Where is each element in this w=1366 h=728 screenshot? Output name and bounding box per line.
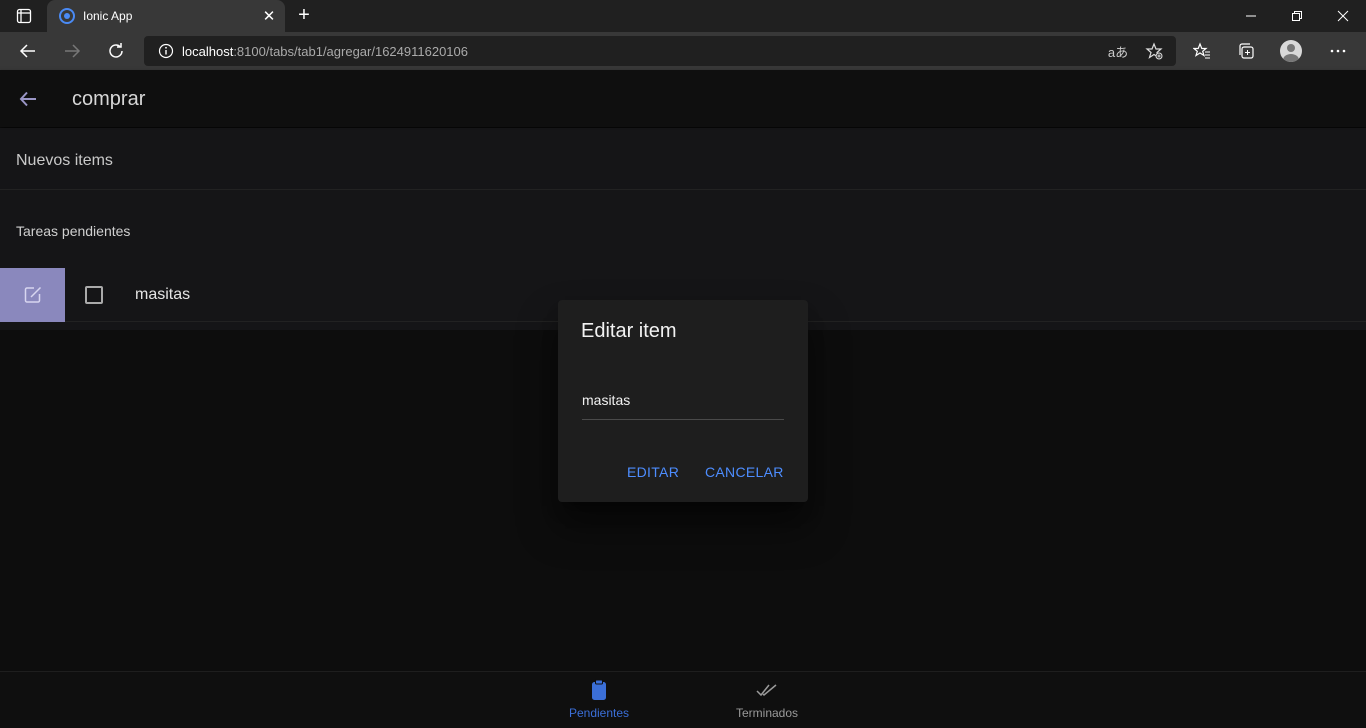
browser-tab-title: Ionic App	[83, 9, 133, 23]
cancel-button[interactable]: CANCELAR	[705, 464, 784, 480]
tab-terminados[interactable]: Terminados	[717, 678, 817, 724]
favorites-button[interactable]	[1188, 37, 1216, 65]
app-header: comprar	[0, 70, 1366, 127]
url-text: localhost:8100/tabs/tab1/agregar/1624911…	[182, 44, 468, 59]
refresh-icon	[109, 43, 123, 58]
add-favorite-icon[interactable]	[1142, 39, 1166, 63]
ionic-favicon-icon	[59, 8, 75, 24]
forward-button[interactable]	[58, 37, 86, 65]
back-button[interactable]	[14, 37, 42, 65]
edit-icon	[24, 286, 41, 303]
url-host: localhost	[182, 43, 234, 59]
clipboard-icon	[549, 678, 649, 702]
tab-pendientes[interactable]: Pendientes	[549, 678, 649, 724]
dialog-item-input[interactable]: masitas	[582, 384, 784, 420]
close-window-icon	[1337, 10, 1349, 22]
collections-button[interactable]	[1232, 37, 1260, 65]
edit-item-button[interactable]	[0, 268, 65, 322]
tab-label: Terminados	[735, 706, 799, 720]
close-tab-icon[interactable]: ✕	[261, 7, 277, 25]
list-header: Tareas pendientes	[16, 223, 131, 239]
favorites-icon	[1193, 42, 1210, 59]
browser-tab[interactable]: Ionic App ✕	[47, 0, 285, 32]
browser-tabbar: Ionic App ✕ +	[0, 0, 1366, 32]
edit-button[interactable]: EDITAR	[627, 464, 679, 480]
tab-actions-icon	[16, 8, 32, 24]
task-checkbox[interactable]	[85, 286, 103, 304]
page-title: comprar	[72, 88, 146, 110]
collections-icon	[1239, 43, 1254, 59]
address-bar[interactable]: localhost:8100/tabs/tab1/agregar/1624911…	[144, 36, 1176, 66]
task-label: masitas	[135, 286, 191, 303]
bottom-tab-bar: Pendientes Terminados	[0, 671, 1366, 728]
new-tab-button[interactable]: +	[292, 4, 316, 28]
dialog-title: Editar item	[581, 320, 677, 342]
profile-avatar[interactable]	[1280, 40, 1302, 62]
browser-navbar: localhost:8100/tabs/tab1/agregar/1624911…	[0, 32, 1366, 70]
new-item-label: Nuevos items	[16, 152, 113, 169]
arrow-right-icon	[65, 44, 81, 58]
minimize-icon	[1246, 15, 1256, 17]
edit-item-dialog: Editar item masitas EDITAR CANCELAR	[558, 300, 808, 502]
site-info-icon[interactable]	[150, 43, 182, 59]
url-path: :8100/tabs/tab1/agregar/1624911620106	[233, 43, 468, 59]
close-window-button[interactable]	[1320, 0, 1366, 32]
tab-label: Pendientes	[568, 706, 630, 720]
more-menu-button[interactable]	[1324, 37, 1352, 65]
read-aloud-icon[interactable]: aあ	[1106, 39, 1130, 63]
refresh-button[interactable]	[102, 37, 130, 65]
arrow-left-icon	[19, 44, 35, 58]
double-check-icon	[717, 678, 817, 702]
restore-button[interactable]	[1274, 0, 1320, 32]
more-dots-icon	[1330, 49, 1346, 53]
app-back-button[interactable]	[14, 85, 42, 113]
arrow-back-icon	[19, 91, 36, 107]
new-item-field[interactable]: Nuevos items	[0, 128, 1366, 190]
tab-actions-button[interactable]	[8, 4, 40, 28]
restore-icon	[1292, 11, 1302, 21]
minimize-button[interactable]	[1228, 0, 1274, 32]
